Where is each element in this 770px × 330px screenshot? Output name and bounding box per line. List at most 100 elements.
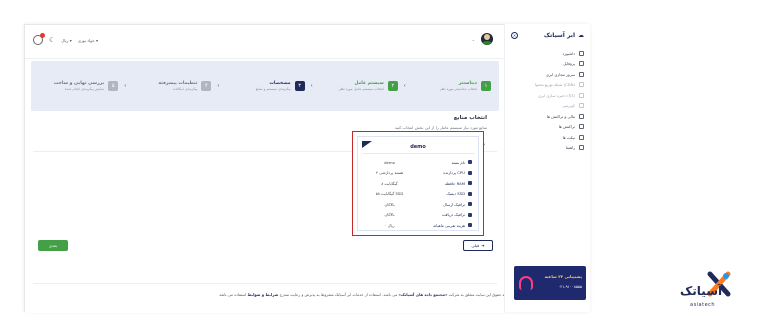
chevron-left-icon: ‹ (217, 83, 220, 89)
step-title: دیتاسنتر (458, 81, 477, 86)
spec-label: ترافیک دریافت (415, 212, 472, 217)
previous-button[interactable]: قبلی ➔ (463, 240, 493, 251)
next-button-label: بعدی (48, 243, 58, 248)
sidebar-item-label: سرور مجازی ابری (546, 71, 575, 77)
sidebar-item[interactable]: مالی و تراکنش ها (510, 111, 584, 122)
step-text: مشخصات پیکربندی سیستم و منابع (256, 81, 291, 91)
step-title: تنظیمات پیشرفته (158, 81, 198, 86)
spec-value: بالاکان (384, 201, 395, 207)
spec-label-text: پردازنده CPU (443, 170, 465, 176)
plan-spec-row: پردازنده CPU ۴ هسته پردازشی (364, 168, 472, 179)
sidebar-item-label: تراکنش ها (558, 124, 575, 130)
step-number: ۲ (387, 81, 398, 91)
sidebar-item-icon (579, 103, 584, 109)
plan-spec-row: ترافیک ارسال بالاکان (364, 199, 472, 210)
sidebar-item[interactable]: راهنما (510, 143, 584, 154)
currency-label: ریال (61, 37, 69, 43)
step-title: سیستم عامل (354, 81, 384, 86)
sidebar-item[interactable]: شبکه توزیع محتوا (CDN) (510, 80, 584, 91)
spec-icon (468, 181, 472, 186)
chevron-left-icon: ‹ (403, 83, 406, 89)
plan-card[interactable]: demo نام بسته demo پردازنده CPU ۴ هسته پردا… (352, 131, 484, 236)
plan-spec-row: دیسک SSD ۵۸ گیگابایت SSD (364, 189, 472, 200)
support-phone: ۰۲۱-۹۱۰۰۸۵۵۵ (558, 284, 582, 289)
support-banner[interactable]: پشتیبانی ۲۴ ساعته ۰۲۱-۹۱۰۰۸۵۵۵ (514, 266, 586, 300)
sidebar-item[interactable]: سرور مجازی ابری (510, 69, 584, 80)
page-title: انتخاب منابع (453, 115, 487, 121)
plan-spec-row: ترافیک دریافت بالاکان (364, 210, 472, 221)
footer-company: «مجتمع داده های آسیاتک» (398, 292, 448, 297)
user-menu[interactable]: جواد نوری ▾ (78, 38, 98, 43)
headset-icon (519, 276, 533, 290)
footer-part-2: می باشد. استفاده از خدمات ابر آسیاتک مشر… (278, 292, 399, 297)
next-button[interactable]: بعدی (38, 240, 68, 251)
arrow-right-icon: ➔ (481, 243, 485, 248)
sidebar-item[interactable]: کوبرنتیز (510, 101, 584, 112)
wizard-step: ۱ دیتاسنتر انتخاب دیتاسنتر مورد نظر (412, 81, 491, 91)
sidebar-toggle-icon[interactable]: × (511, 32, 518, 39)
sidebar-item[interactable]: تیکت ها (510, 132, 584, 143)
spec-label: هزینه تقریبی ماهیانه (415, 223, 472, 228)
step-subtitle: پیکربندی امکانات (172, 87, 198, 91)
sidebar-item-icon (579, 82, 584, 88)
sidebar-item-icon (579, 113, 584, 119)
spec-value: ۰ ریال (384, 222, 395, 228)
wizard-step: ۴ تنظیمات پیشرفته پیکربندی امکانات (132, 81, 212, 91)
sidebar-item[interactable]: تراکنش ها (510, 122, 584, 133)
plan-spec-row: هزینه تقریبی ماهیانه ۰ ریال (364, 220, 472, 231)
sidebar-item[interactable]: ذخیره سازی ابری (S3) (510, 90, 584, 101)
chevron-left-icon: ‹ (124, 83, 127, 89)
sidebar-item-icon (579, 61, 584, 67)
spec-label-text: هزینه تقریبی ماهیانه (433, 222, 465, 228)
spec-value: ۴ هسته پردازشی (375, 170, 404, 176)
wizard-step: ۲ سیستم عامل انتخاب سیستم عامل مورد نظر (319, 81, 398, 91)
spec-label: ترافیک ارسال (415, 202, 472, 207)
wizard-steps: ۱ دیتاسنتر انتخاب دیتاسنتر مورد نظر ‹ ۲ سیستم… (31, 61, 499, 111)
terms-link[interactable]: شرایط و ضوابط (248, 292, 279, 297)
sidebar-brand: ابر آسیاتک ☁ (544, 32, 584, 39)
step-text: تنظیمات پیشرفته پیکربندی امکانات (158, 81, 197, 91)
spec-label-text: ترافیک ارسال (443, 201, 465, 207)
spec-value: بالاکان (384, 212, 395, 218)
footer-part-1: کلیه حقوق این سایت متعلق به شرکت (447, 292, 509, 297)
support-title: پشتیبانی ۲۴ ساعته (544, 274, 582, 279)
spec-label: حافظه RAM (415, 181, 472, 186)
spec-value: ۸ گیگابایت (381, 180, 398, 186)
spec-icon (468, 202, 472, 207)
sidebar-item-icon (579, 50, 584, 56)
step-text: دیتاسنتر انتخاب دیتاسنتر مورد نظر (440, 81, 477, 91)
sidebar-item-label: داشبورد (562, 50, 575, 56)
spec-value: ۵۸ گیگابایت SSD (375, 191, 404, 197)
wizard-step: ۳ مشخصات پیکربندی سیستم و منابع (225, 81, 305, 91)
step-subtitle: پیکربندی سیستم و منابع (255, 87, 291, 91)
sidebar-item-icon (579, 92, 584, 98)
sidebar-item-icon (579, 71, 584, 77)
sidebar-item-icon (579, 134, 584, 140)
plan-spec-list: نام بسته demo پردازنده CPU ۴ هسته پردازشی حا… (364, 157, 472, 231)
spec-value: demo (384, 159, 395, 165)
user-menu-label: جواد نوری (77, 37, 95, 43)
spec-label: دیسک SSD (415, 191, 472, 196)
bottom-divider (33, 283, 497, 284)
spec-label: پردازنده CPU (415, 170, 472, 175)
currency-selector[interactable]: ریال ▾ (61, 38, 71, 43)
spec-icon (468, 212, 472, 217)
spec-icon (468, 191, 472, 196)
sidebar-item[interactable]: پروفایل (510, 59, 584, 70)
spec-label-text: نام بسته (451, 159, 465, 165)
top-bar-tools: ☾ ریال ▾ جواد نوری ▾ (33, 33, 98, 45)
plan-divider (362, 153, 474, 154)
step-number: ۴ (201, 81, 212, 91)
moon-icon[interactable]: ☾ (49, 36, 55, 44)
sidebar-item-label: راهنما (565, 145, 575, 151)
step-title: بررسی نهایی و ساخت (53, 81, 105, 86)
notification-bell-icon[interactable] (33, 33, 45, 45)
sidebar-item[interactable]: داشبورد (510, 48, 584, 59)
sidebar-item-label: ذخیره سازی ابری (S3) (537, 92, 575, 98)
spec-label-text: دیسک SSD (446, 191, 466, 197)
spec-label: نام بسته (415, 160, 472, 165)
chevron-down-icon[interactable]: ⌄ (472, 37, 475, 42)
avatar[interactable] (481, 33, 493, 45)
step-title: مشخصات (269, 81, 291, 86)
plan-name: demo (410, 144, 426, 150)
